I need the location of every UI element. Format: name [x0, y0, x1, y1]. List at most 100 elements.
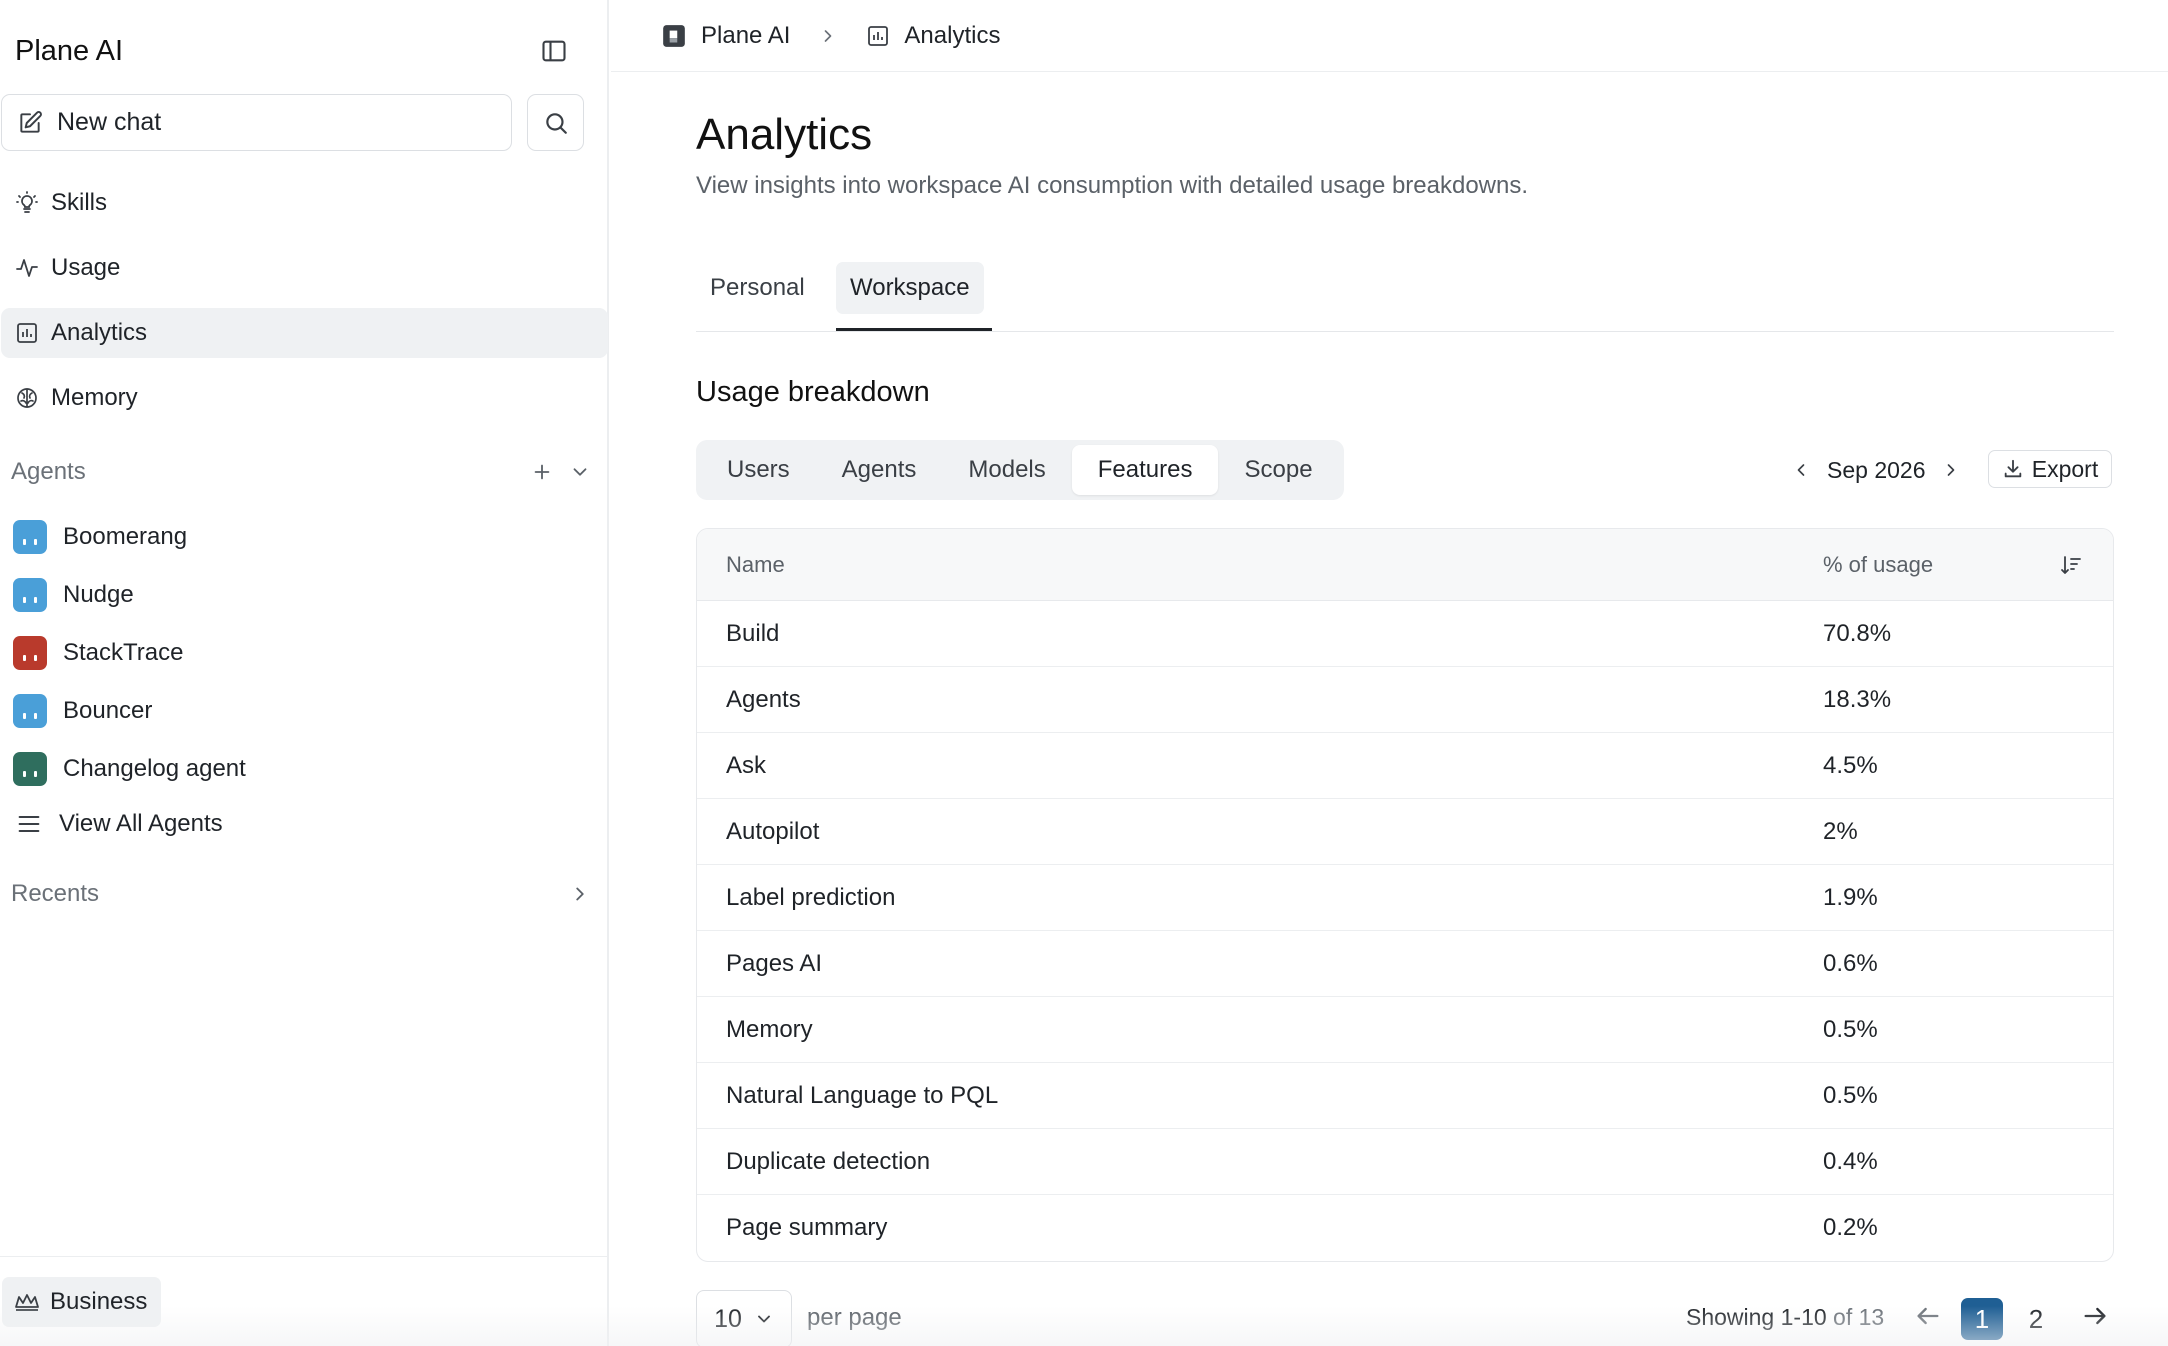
- row-name: Pages AI: [726, 949, 823, 977]
- list-icon: [15, 810, 43, 838]
- chevron-right-icon[interactable]: [569, 883, 591, 905]
- row-name: Autopilot: [726, 817, 820, 845]
- plus-icon[interactable]: [531, 461, 553, 483]
- showing-range: Showing 1-10: [1686, 1304, 1827, 1330]
- row-name: Build: [726, 619, 780, 647]
- breadcrumb-current-label: Analytics: [904, 21, 1001, 49]
- segment-agents[interactable]: Agents: [816, 445, 943, 495]
- chevron-left-icon[interactable]: [1791, 460, 1811, 480]
- table-row[interactable]: Natural Language to PQL 0.5%: [697, 1063, 2113, 1129]
- segment-models[interactable]: Models: [942, 445, 1071, 495]
- breadcrumb-root[interactable]: Plane AI: [661, 22, 790, 50]
- view-all-label: View All Agents: [59, 810, 223, 837]
- page-button-1[interactable]: 1: [1961, 1298, 2003, 1340]
- row-pct: 0.6%: [1823, 949, 1878, 977]
- segment-scope[interactable]: Scope: [1218, 445, 1338, 495]
- sidebar-item-analytics[interactable]: Analytics: [1, 308, 608, 358]
- row-pct: 4.5%: [1823, 751, 1878, 779]
- row-pct: 2%: [1823, 817, 1858, 845]
- agent-avatar: [13, 636, 47, 670]
- table-row[interactable]: Pages AI 0.6%: [697, 931, 2113, 997]
- table-row[interactable]: Autopilot 2%: [697, 799, 2113, 865]
- per-page-value: 10: [714, 1304, 742, 1333]
- chevron-right-icon: [818, 26, 838, 46]
- plan-label: Business: [50, 1288, 148, 1315]
- row-pct: 0.5%: [1823, 1015, 1878, 1043]
- chevron-down-icon: [754, 1309, 774, 1329]
- segment-users[interactable]: Users: [701, 445, 816, 495]
- sidebar-item-usage[interactable]: Usage: [1, 243, 608, 293]
- recents-section-header[interactable]: Recents: [11, 874, 591, 914]
- breadcrumb: Plane AI Analytics: [611, 0, 2168, 72]
- agents-heading: Agents: [11, 458, 86, 485]
- agent-item-bouncer[interactable]: Bouncer: [13, 682, 593, 740]
- new-chat-label: New chat: [57, 108, 162, 136]
- sidebar-item-label: Skills: [51, 189, 108, 216]
- row-pct: 0.5%: [1823, 1081, 1878, 1109]
- row-name: Label prediction: [726, 883, 896, 911]
- agent-item-stacktrace[interactable]: StackTrace: [13, 624, 593, 682]
- brain-icon: [15, 386, 39, 410]
- table-header: Name % of usage: [697, 529, 2113, 601]
- lightbulb-icon: [15, 191, 39, 215]
- agents-section-header: Agents: [11, 452, 591, 492]
- column-header-pct: % of usage: [1823, 551, 1934, 577]
- recents-heading: Recents: [11, 880, 100, 907]
- search-button[interactable]: [527, 94, 584, 151]
- edit-icon: [17, 110, 43, 136]
- download-icon: [2002, 458, 2024, 480]
- view-all-agents-link[interactable]: View All Agents: [13, 798, 593, 850]
- showing-count: Showing 1-10 of 13: [1686, 1304, 1884, 1331]
- row-name: Memory: [726, 1015, 813, 1043]
- export-label: Export: [2031, 455, 2099, 482]
- row-name: Ask: [726, 751, 767, 779]
- row-name: Page summary: [726, 1214, 888, 1241]
- export-button[interactable]: Export: [1988, 450, 2112, 488]
- per-page-select[interactable]: 10: [696, 1290, 792, 1346]
- tab-workspace[interactable]: Workspace: [836, 262, 984, 314]
- usage-breakdown-title: Usage breakdown: [696, 376, 930, 408]
- plan-badge[interactable]: Business: [2, 1277, 162, 1327]
- table-row[interactable]: Duplicate detection 0.4%: [697, 1129, 2113, 1195]
- row-name: Agents: [726, 685, 801, 713]
- page-button-2[interactable]: 2: [2015, 1298, 2057, 1340]
- agent-item-changelog[interactable]: Changelog agent: [13, 740, 593, 798]
- tab-bar: Personal Workspace: [696, 262, 2114, 332]
- arrow-right-icon[interactable]: [2081, 1302, 2109, 1330]
- table-row[interactable]: Ask 4.5%: [697, 733, 2113, 799]
- breakdown-segmented-control: Users Agents Models Features Scope: [696, 440, 1344, 500]
- agent-name: Boomerang: [63, 523, 188, 550]
- agents-list: Boomerang Nudge StackTrace Bouncer Chang…: [13, 508, 593, 850]
- new-chat-button[interactable]: New chat: [1, 94, 512, 151]
- table-row[interactable]: Memory 0.5%: [697, 997, 2113, 1063]
- plane-logo-icon: [661, 23, 687, 49]
- row-pct: 70.8%: [1823, 619, 1892, 647]
- segment-features[interactable]: Features: [1071, 445, 1219, 495]
- sidebar-item-skills[interactable]: Skills: [1, 178, 608, 228]
- agent-item-nudge[interactable]: Nudge: [13, 566, 593, 624]
- table-row[interactable]: Build 70.8%: [697, 601, 2113, 667]
- tab-personal[interactable]: Personal: [696, 262, 819, 314]
- row-pct: 0.4%: [1823, 1147, 1878, 1175]
- app-title: Plane AI: [15, 34, 124, 67]
- table-row[interactable]: Agents 18.3%: [697, 667, 2113, 733]
- agent-item-boomerang[interactable]: Boomerang: [13, 508, 593, 566]
- agent-avatar: [13, 578, 47, 612]
- agent-name: Nudge: [63, 581, 134, 608]
- sidebar-toggle-icon[interactable]: [533, 30, 575, 72]
- table-row[interactable]: Label prediction 1.9%: [697, 865, 2113, 931]
- showing-total: of 13: [1833, 1304, 1885, 1330]
- arrow-left-icon[interactable]: [1914, 1302, 1942, 1330]
- chevron-right-icon[interactable]: [1941, 460, 1961, 480]
- table-row[interactable]: Page summary 0.2%: [697, 1195, 2113, 1261]
- activity-icon: [15, 256, 39, 280]
- sidebar-item-label: Memory: [51, 384, 138, 411]
- row-pct: 1.9%: [1823, 883, 1878, 911]
- month-label: Sep 2026: [1827, 456, 1926, 483]
- sidebar-item-memory[interactable]: Memory: [1, 373, 608, 423]
- sort-icon[interactable]: [2023, 553, 2113, 577]
- chevron-down-icon[interactable]: [569, 461, 591, 483]
- sidebar-item-label: Analytics: [51, 319, 148, 346]
- row-pct: 18.3%: [1823, 685, 1892, 713]
- agent-avatar: [13, 752, 47, 786]
